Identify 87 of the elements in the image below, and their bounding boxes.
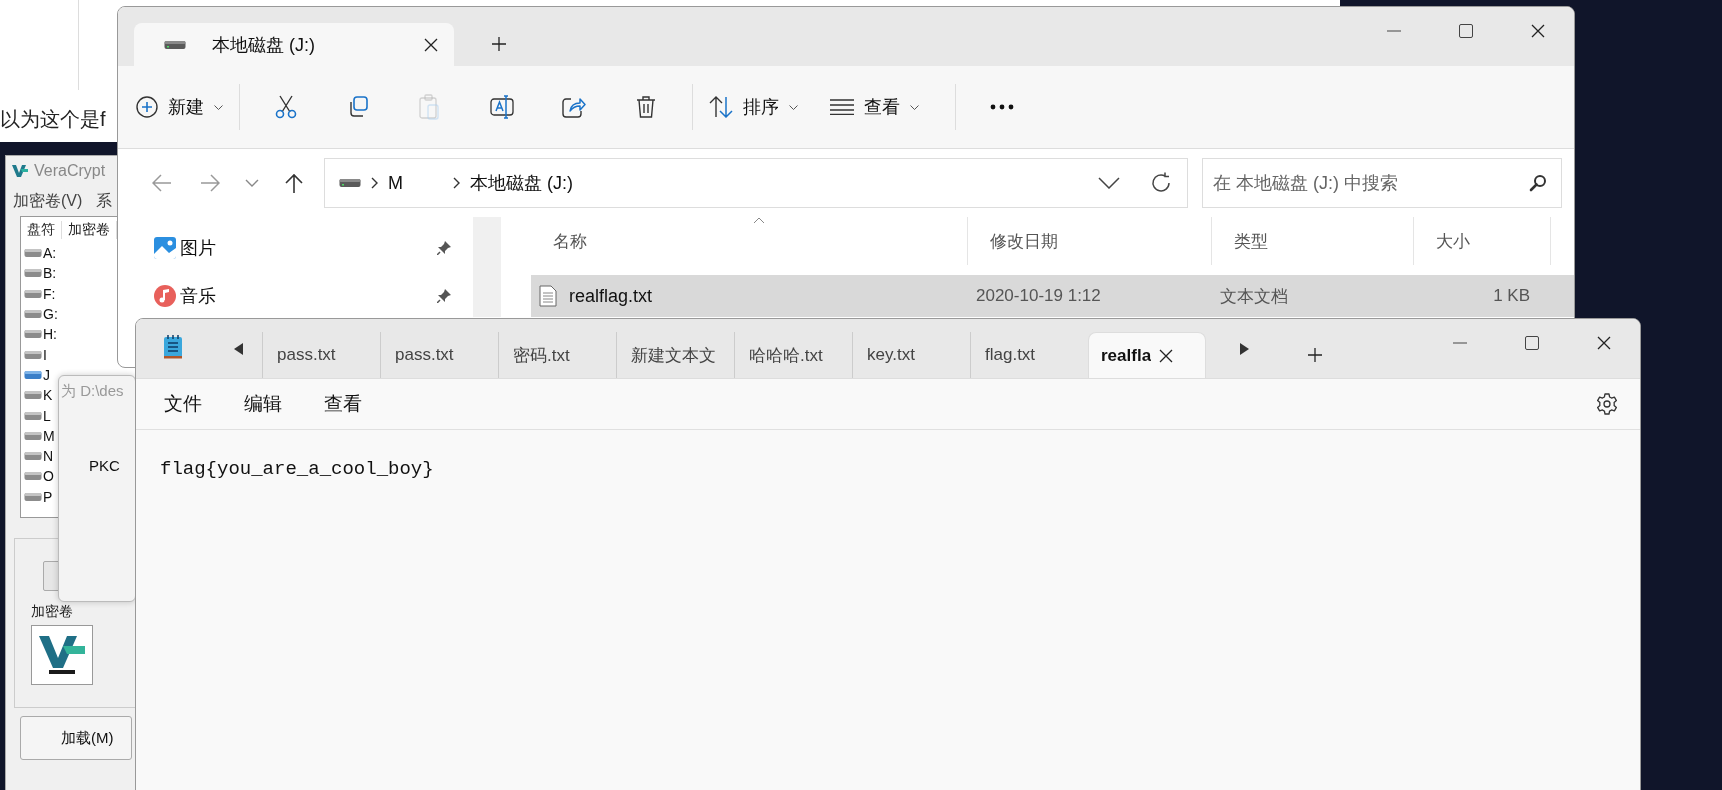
- drive-icon: [164, 39, 186, 50]
- window-title: VeraCrypt: [34, 162, 106, 180]
- mount-button[interactable]: 加载(M): [20, 716, 132, 760]
- chevron-down-icon: [789, 104, 798, 110]
- file-row[interactable]: realflag.txt 2020-10-19 1:12 文本文档 1 KB: [531, 275, 1574, 317]
- drive-letter[interactable]: P: [43, 488, 53, 505]
- menu-item[interactable]: 查看: [304, 391, 382, 417]
- menu-item[interactable]: 系: [96, 190, 113, 212]
- pin-icon[interactable]: [437, 241, 451, 255]
- drive-letter[interactable]: N: [43, 448, 54, 465]
- table-cell-text: 文本文档: [1219, 285, 1289, 308]
- drive-letter[interactable]: I: [43, 346, 47, 363]
- chevron-down-icon: [214, 104, 223, 110]
- scrollbar[interactable]: [473, 217, 501, 317]
- music-note-icon: [154, 285, 176, 307]
- tab[interactable]: pass.txt: [380, 332, 498, 378]
- add-icon: [136, 96, 158, 118]
- breadcrumb[interactable]: 本地磁盘 (J:): [470, 171, 573, 195]
- tab[interactable]: 新建文本文: [616, 332, 734, 378]
- scissors-icon: [275, 95, 297, 119]
- drive-letter[interactable]: L: [43, 407, 51, 424]
- drive-letter[interactable]: H:: [43, 326, 57, 343]
- document-text: flag{you_are_a_cool_boy}: [160, 458, 434, 480]
- chevron-down-icon: [910, 104, 919, 110]
- menu-item[interactable]: 编辑: [224, 391, 302, 417]
- menu-item[interactable]: 加密卷(V): [13, 190, 83, 212]
- more-icon: [990, 104, 1014, 110]
- sidebar-item[interactable]: 图片: [118, 227, 473, 269]
- tab[interactable]: 哈哈哈.txt: [734, 332, 852, 378]
- page-text: 以为这个是f: [0, 107, 106, 132]
- column-header[interactable]: 名称: [531, 217, 968, 265]
- text-area[interactable]: flag{you_are_a_cool_boy}: [136, 430, 1640, 480]
- trash-icon: [636, 95, 656, 119]
- add-tab-icon[interactable]: [1308, 348, 1322, 362]
- drive-letter[interactable]: F:: [43, 285, 56, 302]
- drive-letter[interactable]: K: [43, 387, 53, 404]
- share-icon: [562, 96, 586, 118]
- text-file-icon: [539, 285, 557, 307]
- tab[interactable]: 本地磁盘 (J:): [134, 23, 454, 66]
- column-header[interactable]: 类型: [1212, 217, 1414, 265]
- pin-icon[interactable]: [437, 289, 451, 303]
- table-cell-text: 2020-10-19 1:12: [975, 286, 1102, 306]
- add-tab-icon[interactable]: [492, 37, 506, 51]
- tab-label: 本地磁盘 (J:): [212, 33, 316, 57]
- chevron-right-icon: [453, 177, 460, 189]
- drive-letter[interactable]: O: [43, 468, 54, 485]
- drive-letter[interactable]: A:: [43, 245, 57, 262]
- view-button[interactable]: 查看: [824, 83, 925, 131]
- drive-letter[interactable]: M: [43, 427, 55, 444]
- tab[interactable]: pass.txt: [262, 332, 380, 378]
- notepad-icon: [162, 334, 184, 360]
- sort-button[interactable]: 排序: [703, 83, 804, 131]
- search-icon[interactable]: [1529, 174, 1547, 192]
- close-icon[interactable]: [1159, 348, 1174, 363]
- sidebar-item[interactable]: 音乐: [118, 275, 473, 317]
- rename-icon: [490, 95, 514, 119]
- column-header[interactable]: 盘符: [21, 221, 62, 239]
- file-name: realflag.txt: [569, 285, 653, 307]
- search-input[interactable]: 在 本地磁盘 (J:) 中搜索: [1211, 171, 1529, 195]
- new-button[interactable]: 新建: [130, 83, 229, 131]
- tab[interactable]: key.txt: [852, 332, 970, 378]
- menu-item[interactable]: 文件: [144, 391, 222, 417]
- group-label: 加密卷: [31, 603, 74, 621]
- sort-icon: [709, 96, 733, 118]
- drive-letter[interactable]: J: [43, 366, 50, 383]
- tab[interactable]: realfla: [1088, 332, 1206, 378]
- column-header[interactable]: 大小: [1414, 217, 1551, 265]
- image-icon: [154, 237, 176, 259]
- column-header[interactable]: 修改日期: [968, 217, 1212, 265]
- drive-letter[interactable]: G:: [43, 306, 58, 323]
- app-logo-icon: [12, 164, 28, 178]
- close-icon[interactable]: [424, 37, 438, 52]
- settings-icon[interactable]: [1594, 391, 1620, 417]
- dialog-title: 为 D:\des: [60, 381, 125, 401]
- sort-caret-icon: [753, 217, 765, 224]
- list-icon: [830, 99, 854, 115]
- tab[interactable]: 密码.txt: [498, 332, 616, 378]
- search-field[interactable]: 在 本地磁盘 (J:) 中搜索: [1202, 158, 1562, 208]
- breadcrumb[interactable]: M: [388, 172, 403, 194]
- drive-icon: [339, 178, 361, 188]
- table-cell-text: 1 KB: [1492, 286, 1531, 306]
- chevron-right-icon: [371, 177, 378, 189]
- drive-letter[interactable]: B:: [43, 265, 57, 282]
- address-bar[interactable]: M 本地磁盘 (J:): [324, 158, 1188, 208]
- copy-icon: [347, 96, 369, 118]
- clipboard-icon: [419, 94, 441, 120]
- dialog-text: PKC: [89, 457, 121, 474]
